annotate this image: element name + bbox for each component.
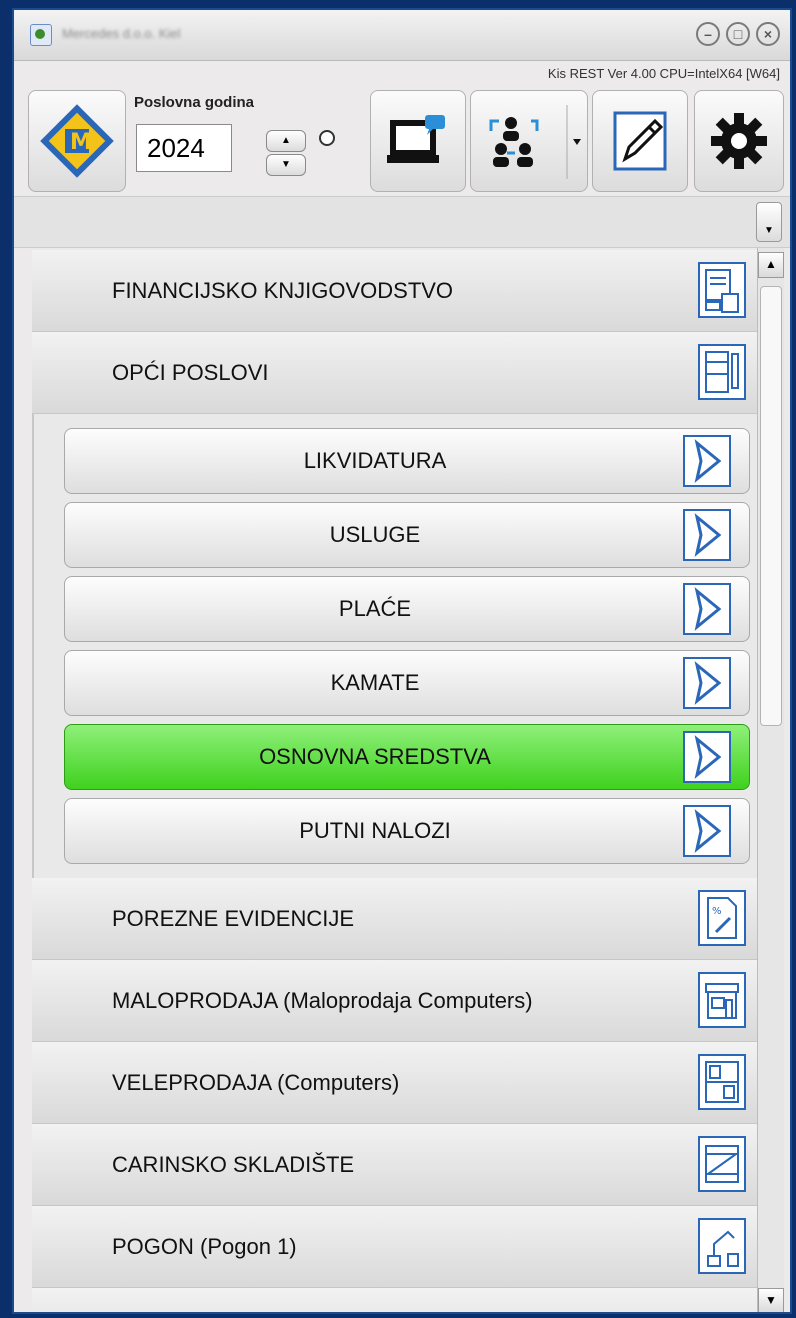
submenu-osnovna-sredstva[interactable]: OSNOVNA SREDSTVA	[64, 724, 750, 790]
submenu-label: USLUGE	[329, 522, 421, 547]
edit-button[interactable]	[592, 90, 688, 192]
year-radio[interactable]	[319, 130, 335, 146]
year-label: Poslovna godina	[134, 94, 255, 111]
year-up-button[interactable]: ▲	[266, 130, 306, 152]
section-pogon[interactable]: POGON (Pogon 1)	[32, 1206, 764, 1288]
section-next-partial[interactable]	[32, 1288, 764, 1312]
section-veleprodaja[interactable]: VELEPRODAJA (Computers)	[32, 1042, 764, 1124]
submenu-label: KAMATE	[330, 670, 420, 695]
submenu-usluge[interactable]: USLUGE	[64, 502, 750, 568]
storefront-icon	[698, 972, 746, 1028]
submenu-place[interactable]: PLAĆE	[64, 576, 750, 642]
scroll-thumb[interactable]	[760, 286, 782, 726]
window-title: Mercedes d.o.o. Kiel	[62, 26, 181, 41]
section-opci-poslovi[interactable]: OPĆI POSLOVI	[32, 332, 764, 414]
strip-dropdown-button[interactable]: ▼	[756, 202, 782, 242]
opci-poslovi-submenu: LIKVIDATURA USLUGE PLAĆE KAMATE OSNOVNA …	[32, 414, 764, 878]
title-bar: Mercedes d.o.o. Kiel – □ ×	[14, 10, 790, 61]
chevron-right-icon	[683, 731, 731, 783]
notebook-pencil-icon	[698, 344, 746, 400]
version-info: Kis REST Ver 4.00 CPU=IntelX64 [W64]	[547, 66, 780, 81]
scroll-up-button[interactable]: ▲	[758, 252, 784, 278]
section-carinsko-skladiste[interactable]: CARINSKO SKLADIŠTE	[32, 1124, 764, 1206]
section-label: FINANCIJSKO KNJIGOVODSTVO	[112, 278, 454, 303]
laptop-chat-icon	[387, 115, 445, 163]
chevron-right-icon	[683, 435, 731, 487]
robot-arm-icon	[698, 1218, 746, 1274]
users-exchange-button[interactable]	[470, 90, 588, 192]
year-down-button[interactable]: ▼	[266, 154, 306, 176]
warehouse-shelves-icon	[698, 1054, 746, 1110]
crate-icon	[698, 1136, 746, 1192]
maximize-icon[interactable]: □	[726, 22, 750, 46]
vertical-scrollbar[interactable]: ▲ ▼	[757, 248, 784, 1312]
module-list: FINANCIJSKO KNJIGOVODSTVO OPĆI POSLOVI L…	[32, 250, 764, 1312]
submenu-label: PLAĆE	[338, 596, 412, 621]
section-label: OPĆI POSLOVI	[112, 360, 269, 385]
close-icon[interactable]: ×	[756, 22, 780, 46]
accounting-calculator-icon	[698, 262, 746, 318]
section-label: POGON (Pogon 1)	[112, 1234, 297, 1259]
submenu-label: PUTNI NALOZI	[299, 818, 451, 843]
minimize-icon[interactable]: –	[696, 22, 720, 46]
tax-document-icon: %	[698, 890, 746, 946]
logo-button[interactable]: M	[28, 90, 126, 192]
remote-support-button[interactable]	[370, 90, 466, 192]
gear-icon	[711, 113, 767, 169]
submenu-putni-nalozi[interactable]: PUTNI NALOZI	[64, 798, 750, 864]
section-label: MALOPRODAJA (Maloprodaja Computers)	[112, 988, 533, 1013]
users-exchange-icon	[489, 105, 581, 179]
submenu-label: LIKVIDATURA	[303, 448, 447, 473]
submenu-label: OSNOVNA SREDSTVA	[259, 744, 491, 769]
section-financijsko-knjigovodstvo[interactable]: FINANCIJSKO KNJIGOVODSTVO	[32, 250, 764, 332]
section-label: VELEPRODAJA (Computers)	[112, 1070, 400, 1095]
svg-text:M: M	[70, 130, 92, 155]
scroll-down-button[interactable]: ▼	[758, 1288, 784, 1312]
chevron-right-icon	[683, 583, 731, 635]
submenu-kamate[interactable]: KAMATE	[64, 650, 750, 716]
pencil-icon	[613, 111, 667, 171]
svg-text:%: %	[712, 906, 722, 917]
filter-strip	[14, 196, 790, 248]
section-porezne-evidencije[interactable]: POREZNE EVIDENCIJE %	[32, 878, 764, 960]
section-label: POREZNE EVIDENCIJE	[112, 906, 355, 931]
chevron-right-icon	[683, 509, 731, 561]
section-label: CARINSKO SKLADIŠTE	[112, 1152, 355, 1177]
app-icon	[30, 24, 52, 46]
year-field[interactable]: 2024	[136, 124, 232, 172]
company-logo-icon: M	[40, 104, 114, 178]
chevron-right-icon	[683, 657, 731, 709]
chevron-right-icon	[683, 805, 731, 857]
section-maloprodaja[interactable]: MALOPRODAJA (Maloprodaja Computers)	[32, 960, 764, 1042]
main-window: Mercedes d.o.o. Kiel – □ × Kis REST Ver …	[12, 8, 792, 1314]
settings-button[interactable]	[694, 90, 784, 192]
submenu-likvidatura[interactable]: LIKVIDATURA	[64, 428, 750, 494]
